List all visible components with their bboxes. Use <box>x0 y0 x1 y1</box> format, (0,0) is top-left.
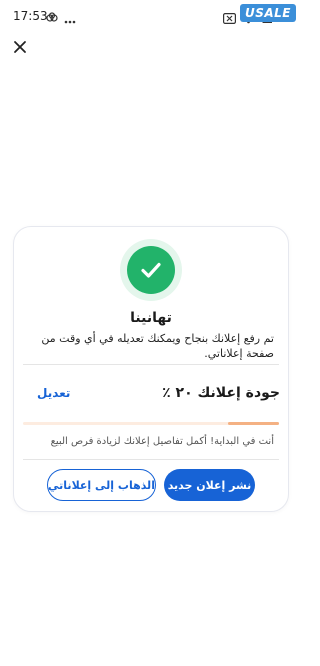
more-dots-icon <box>64 9 76 28</box>
close-icon <box>13 39 27 58</box>
quality-progress-bar <box>23 422 279 425</box>
go-to-my-ads-button[interactable]: الذهاب إلى إعلاناتي <box>47 469 156 501</box>
quality-hint: أنت في البداية! أكمل تفاصيل إعلانك لزياد… <box>50 436 274 447</box>
post-new-ad-button[interactable]: نشر إعلان جديد <box>164 469 255 501</box>
check-circle-icon <box>127 246 175 294</box>
watermark-logo: USALE <box>239 4 296 22</box>
quality-progress-fill <box>227 422 279 425</box>
success-title: تهانينا <box>130 310 172 326</box>
close-button[interactable] <box>10 38 30 58</box>
divider <box>23 364 279 365</box>
check-badge <box>120 239 182 301</box>
edit-link[interactable]: تعديل <box>37 386 70 400</box>
status-icons-left <box>46 9 76 28</box>
ad-quality-label: جودة إعلانك ٢٠ ٪ <box>162 385 280 401</box>
success-card: تهانينا تم رفع إعلانك بنجاح ويمكنك تعديل… <box>13 226 289 512</box>
status-time: 17:53 <box>13 9 48 23</box>
divider <box>23 459 279 460</box>
notification-icon <box>46 9 58 28</box>
battery-saver-icon <box>223 9 237 28</box>
success-message: تم رفع إعلانك بنجاح ويمكنك تعديله في أي … <box>41 332 274 360</box>
